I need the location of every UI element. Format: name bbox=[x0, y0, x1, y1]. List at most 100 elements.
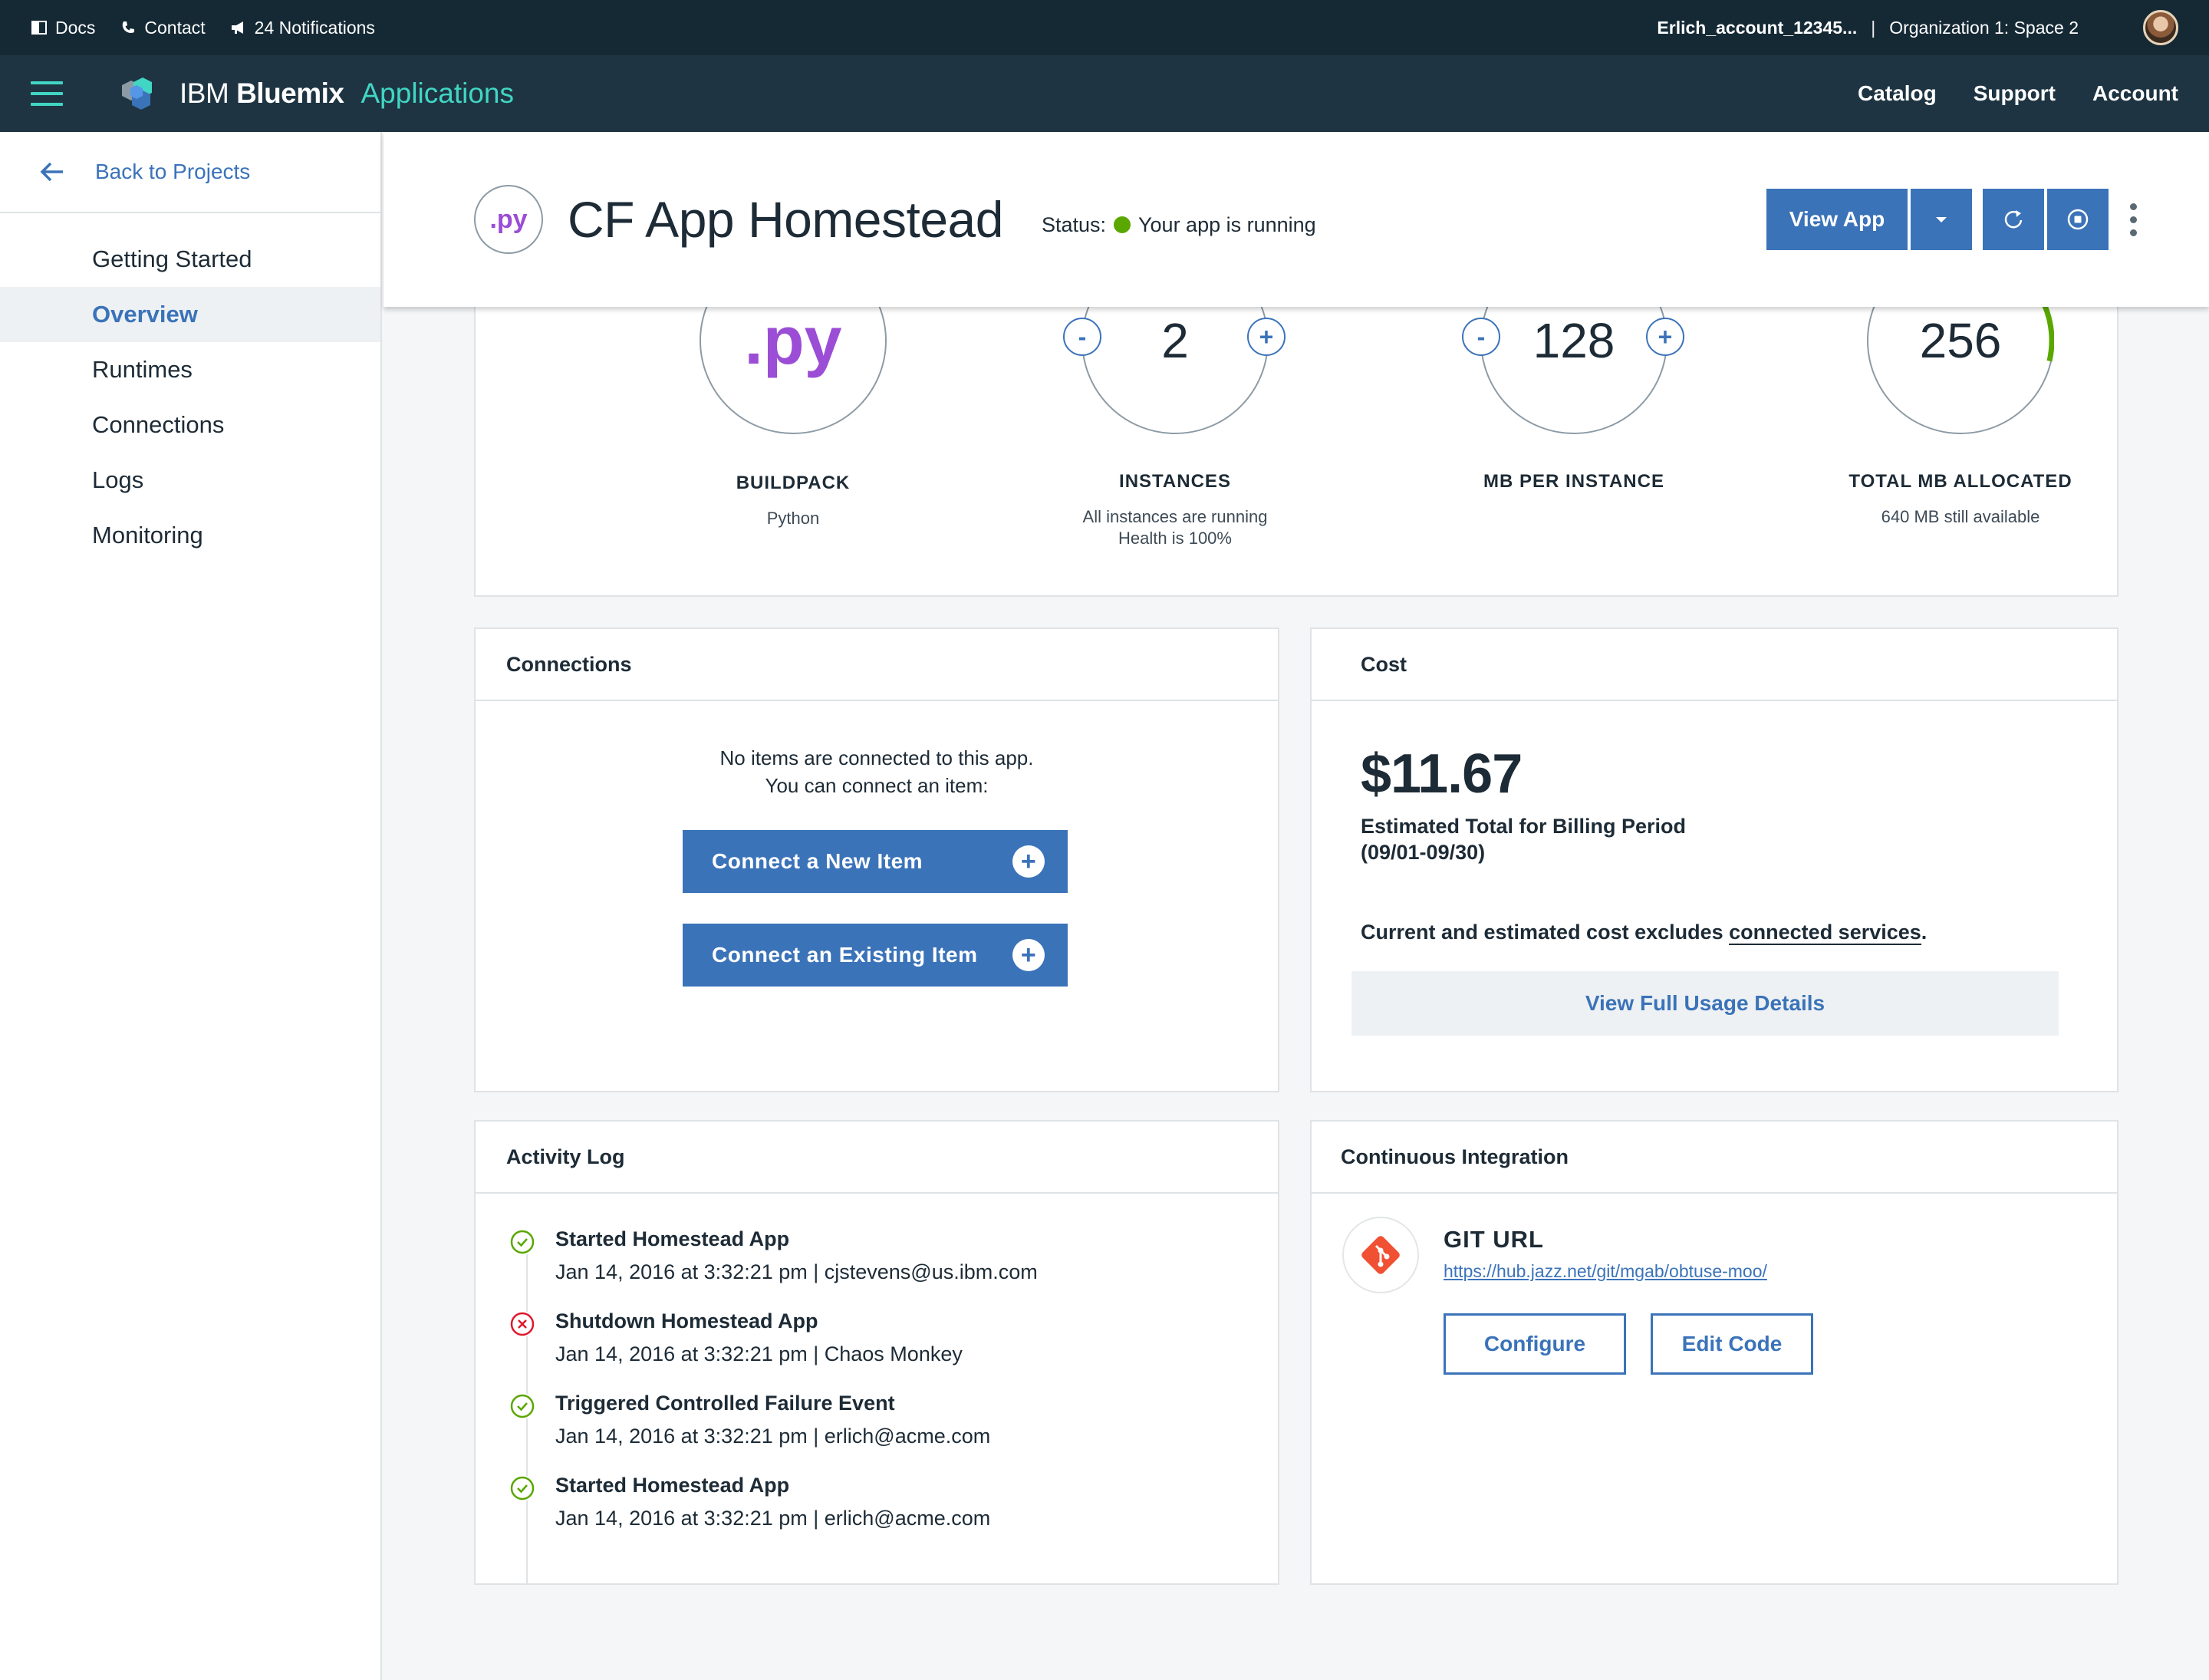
notifications-link[interactable]: 24 Notifications bbox=[230, 18, 375, 38]
connect-existing-item-button[interactable]: Connect an Existing Item + bbox=[683, 924, 1068, 987]
sidebar-item-monitoring[interactable]: Monitoring bbox=[0, 508, 380, 563]
git-url-title: GIT URL bbox=[1444, 1226, 1544, 1253]
cost-note-suffix: . bbox=[1921, 921, 1928, 944]
list-item: Started Homestead App Jan 14, 2016 at 3:… bbox=[509, 1474, 1200, 1530]
sidebar-item-getting-started[interactable]: Getting Started bbox=[0, 232, 380, 287]
cost-title: Cost bbox=[1312, 629, 2117, 701]
total-mb-metric: 256 TOTAL MB ALLOCATED 640 MB still avai… bbox=[1769, 247, 2152, 528]
error-x-icon bbox=[509, 1311, 535, 1337]
list-item: Triggered Controlled Failure Event Jan 1… bbox=[509, 1392, 1200, 1448]
sidebar-item-connections[interactable]: Connections bbox=[0, 397, 380, 453]
section-title: Applications bbox=[360, 77, 515, 109]
connect-new-item-label: Connect a New Item bbox=[712, 849, 923, 873]
nav-account[interactable]: Account bbox=[2092, 81, 2178, 106]
total-mb-label: TOTAL MB ALLOCATED bbox=[1849, 471, 2072, 492]
sidebar-item-logs[interactable]: Logs bbox=[0, 453, 380, 508]
sidebar-item-runtimes[interactable]: Runtimes bbox=[0, 342, 380, 397]
notifications-label: 24 Notifications bbox=[254, 17, 375, 38]
list-item: Started Homestead App Jan 14, 2016 at 3:… bbox=[509, 1227, 1200, 1284]
buildpack-label: BUILDPACK bbox=[736, 473, 851, 493]
utility-bar: Docs Contact 24 Notifications Erlich_acc… bbox=[0, 0, 2209, 55]
activity-title: Started Homestead App bbox=[555, 1227, 790, 1250]
brand-name: IBM Bluemix bbox=[179, 77, 344, 109]
instances-metric: 2 - + INSTANCES All instances are runnin… bbox=[983, 247, 1367, 549]
success-check-icon bbox=[509, 1229, 535, 1255]
mb-per-instance-label: MB PER INSTANCE bbox=[1483, 471, 1664, 492]
continuous-integration-card: Continuous Integration GIT URL https://h… bbox=[1310, 1120, 2118, 1585]
instances-health-text: Health is 100% bbox=[1118, 529, 1232, 548]
mb-per-instance-metric: 128 - + MB PER INSTANCE bbox=[1382, 247, 1766, 492]
org-space-selector[interactable]: Organization 1: Space 2 bbox=[1889, 18, 2079, 38]
connect-new-item-button[interactable]: Connect a New Item + bbox=[683, 830, 1068, 893]
back-to-projects-link[interactable]: Back to Projects bbox=[0, 132, 380, 213]
connections-title: Connections bbox=[476, 629, 1278, 701]
activity-title: Started Homestead App bbox=[555, 1474, 790, 1497]
plus-icon: + bbox=[1012, 845, 1045, 878]
git-url-link[interactable]: https://hub.jazz.net/git/mgab/obtuse-moo… bbox=[1444, 1261, 1767, 1282]
connect-existing-item-label: Connect an Existing Item bbox=[712, 943, 978, 967]
instances-running-text: All instances are running bbox=[1082, 507, 1268, 526]
success-check-icon bbox=[509, 1393, 535, 1419]
activity-meta: Jan 14, 2016 at 3:32:21 pm | Chaos Monke… bbox=[555, 1342, 963, 1365]
contact-label: Contact bbox=[144, 17, 206, 38]
contact-link[interactable]: Contact bbox=[120, 17, 206, 38]
mb-decrement-button[interactable]: - bbox=[1462, 318, 1500, 356]
nav-catalog[interactable]: Catalog bbox=[1858, 81, 1937, 106]
restart-icon bbox=[2004, 210, 2023, 229]
cost-card: Cost $11.67 Estimated Total for Billing … bbox=[1310, 628, 2118, 1092]
python-app-icon: .py bbox=[474, 185, 543, 254]
cost-label-line-1: Estimated Total for Billing Period bbox=[1361, 815, 1687, 838]
activity-log-card: Activity Log Started Homestead App Jan 1… bbox=[474, 1120, 1279, 1585]
cost-label-line-2: (09/01-09/30) bbox=[1361, 841, 1486, 864]
arrow-left-icon bbox=[40, 162, 63, 182]
avatar[interactable] bbox=[2143, 10, 2178, 45]
caret-down-icon bbox=[1936, 217, 1947, 222]
configure-button[interactable]: Configure bbox=[1444, 1313, 1626, 1375]
overflow-menu-icon[interactable] bbox=[2130, 203, 2137, 236]
total-mb-available: 640 MB still available bbox=[1881, 507, 2040, 526]
phone-icon bbox=[123, 21, 135, 33]
account-name[interactable]: Erlich_account_12345... bbox=[1657, 18, 1857, 38]
view-app-button[interactable]: View App bbox=[1766, 189, 1908, 250]
activity-meta: Jan 14, 2016 at 3:32:21 pm | erlich@acme… bbox=[555, 1425, 991, 1448]
status-dot-icon bbox=[1114, 216, 1131, 233]
docs-label: Docs bbox=[55, 17, 96, 38]
mb-increment-button[interactable]: + bbox=[1646, 318, 1684, 356]
activity-title: Triggered Controlled Failure Event bbox=[555, 1392, 895, 1415]
sidebar: Back to Projects Getting Started Overvie… bbox=[0, 132, 382, 1680]
book-icon bbox=[31, 21, 47, 35]
sidebar-item-overview[interactable]: Overview bbox=[0, 287, 380, 342]
instances-label: INSTANCES bbox=[1119, 471, 1231, 492]
git-logo-icon bbox=[1342, 1217, 1419, 1293]
connected-services-link[interactable]: connected services bbox=[1729, 921, 1921, 945]
empty-line-2: You can connect an item: bbox=[765, 774, 989, 797]
activity-meta: Jan 14, 2016 at 3:32:21 pm | cjstevens@u… bbox=[555, 1260, 1038, 1283]
view-full-usage-details-button[interactable]: View Full Usage Details bbox=[1351, 971, 2059, 1036]
empty-line-1: No items are connected to this app. bbox=[719, 746, 1034, 769]
connections-card: Connections No items are connected to th… bbox=[474, 628, 1279, 1092]
stop-button[interactable] bbox=[2047, 189, 2109, 250]
main-nav: IBM Bluemix Applications Catalog Support… bbox=[0, 55, 2209, 132]
edit-code-button[interactable]: Edit Code bbox=[1651, 1313, 1813, 1375]
app-status: Status: Your app is running bbox=[1042, 213, 1316, 237]
nav-support[interactable]: Support bbox=[1974, 81, 2056, 106]
cost-amount: $11.67 bbox=[1361, 743, 1523, 805]
status-text: Your app is running bbox=[1138, 212, 1316, 236]
cost-note-text: Current and estimated cost excludes bbox=[1361, 921, 1730, 944]
app-header: .py CF App Homestead Status: Your app is… bbox=[384, 132, 2209, 307]
separator: | bbox=[1871, 17, 1876, 38]
activity-meta: Jan 14, 2016 at 3:32:21 pm | erlich@acme… bbox=[555, 1507, 991, 1530]
back-label: Back to Projects bbox=[95, 160, 251, 183]
stop-icon bbox=[2067, 209, 2089, 230]
megaphone-icon bbox=[231, 21, 243, 34]
success-check-icon bbox=[509, 1475, 535, 1501]
restart-button[interactable] bbox=[1983, 189, 2044, 250]
instances-increment-button[interactable]: + bbox=[1247, 318, 1286, 356]
docs-link[interactable]: Docs bbox=[31, 18, 95, 38]
cost-period-label: Estimated Total for Billing Period (09/0… bbox=[1361, 813, 1686, 865]
view-app-dropdown-button[interactable] bbox=[1911, 189, 1972, 250]
status-label: Status: bbox=[1041, 212, 1106, 236]
hamburger-menu-icon[interactable] bbox=[31, 81, 63, 106]
instances-decrement-button[interactable]: - bbox=[1063, 318, 1101, 356]
metrics-panel: .py BUILDPACK Python 2 - + INSTANCES All… bbox=[474, 247, 2118, 597]
